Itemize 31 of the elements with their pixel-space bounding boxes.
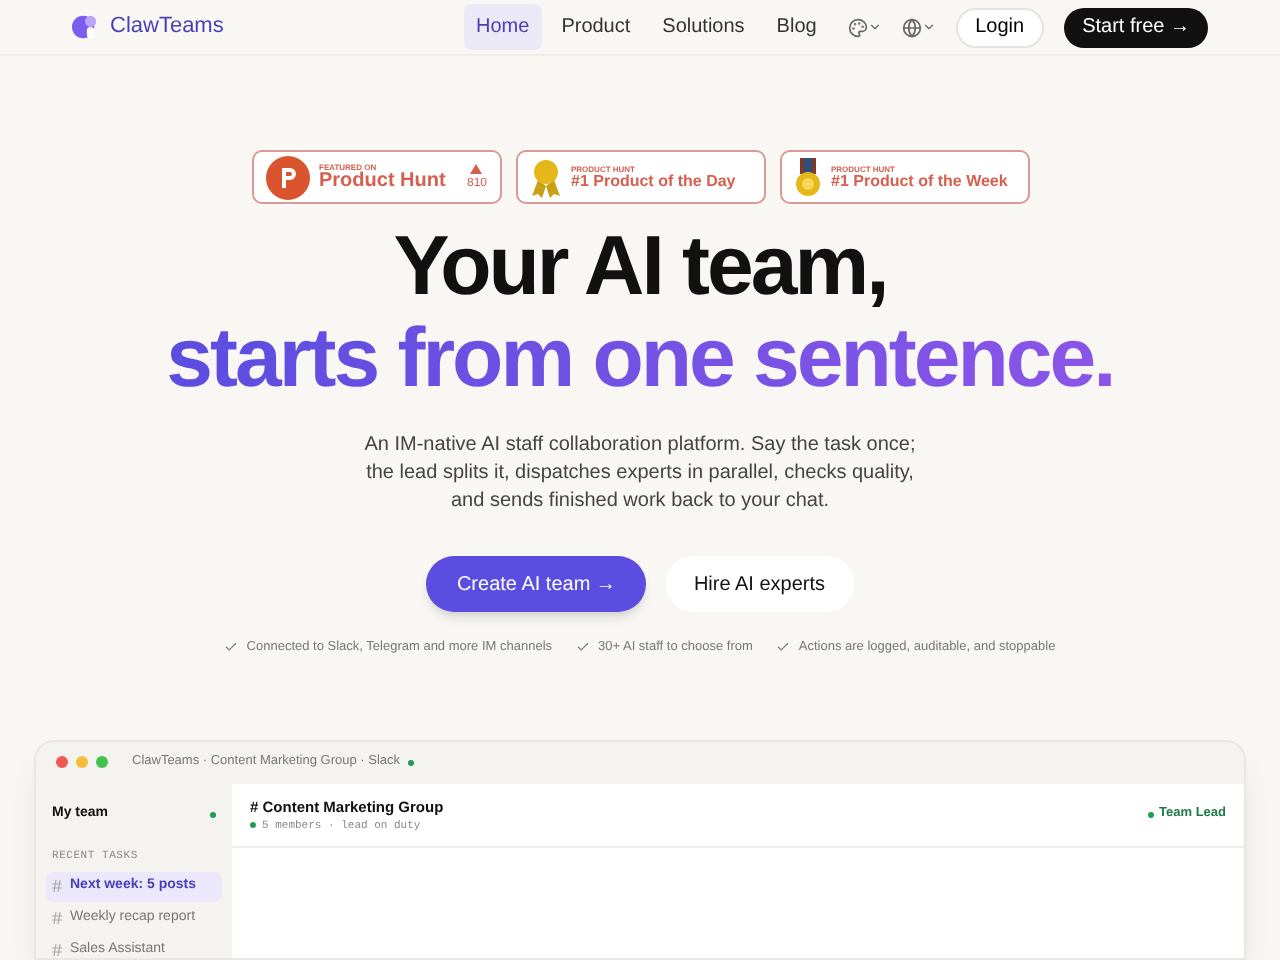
chevron-down-icon <box>921 20 936 34</box>
logo-icon <box>72 14 98 40</box>
palette-icon <box>847 17 868 37</box>
award-icon <box>529 157 561 197</box>
badge-title: Product Hunt <box>319 171 446 191</box>
chevron-down-icon <box>867 20 882 34</box>
nav-link[interactable]: Blog <box>764 4 829 50</box>
badge-title: #1 Product of the Week <box>831 173 1008 189</box>
medal-icon <box>793 157 821 197</box>
hero-description: An IM-native AI staff collaboration platform. Say the task once; the lead splits it, dispatches experts in parallel, checks quality, and sends finished work back to your chat. <box>362 432 918 516</box>
login-button[interactable]: Login <box>955 7 1045 47</box>
hash-icon <box>52 880 62 892</box>
letter-circle-icon <box>265 155 309 199</box>
theme-button[interactable] <box>847 17 882 37</box>
nav-link[interactable]: Solutions <box>650 4 757 50</box>
create-team-button[interactable]: Create AI team → <box>426 556 646 612</box>
nav-link[interactable]: Product <box>549 4 643 50</box>
check-icon <box>224 640 239 655</box>
upvote-icon <box>470 164 483 174</box>
check-icon <box>576 640 591 655</box>
nav-link[interactable]: Home <box>464 4 542 50</box>
globe-icon <box>901 17 922 37</box>
hash-icon <box>52 912 62 924</box>
check-icon <box>776 640 791 655</box>
language-button[interactable] <box>901 17 936 37</box>
brand-name: ClawTeams <box>110 12 224 43</box>
hire-experts-button[interactable]: Hire AI experts <box>665 556 854 612</box>
hero-title: Your AI team, <box>393 220 887 312</box>
badge-title: #1 Product of the Day <box>571 173 736 189</box>
hash-icon <box>52 944 62 956</box>
start-button[interactable]: Start free → <box>1064 7 1208 47</box>
